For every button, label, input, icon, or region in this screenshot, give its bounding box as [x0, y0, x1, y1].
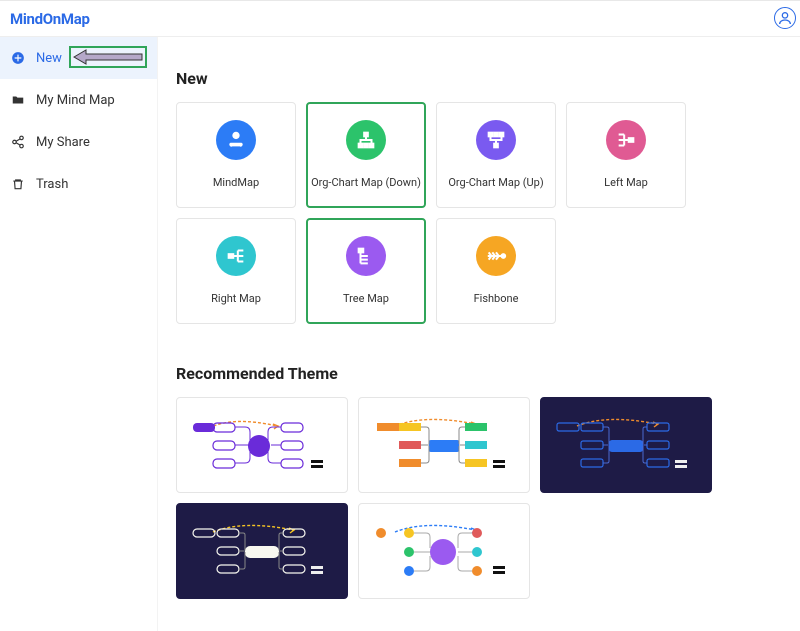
sidebar: New My Mind Map My Share [0, 37, 158, 631]
sidebar-item-label: New [36, 51, 62, 66]
theme-card-dark-yellow[interactable] [176, 503, 348, 599]
right-map-icon [216, 236, 256, 276]
tree-map-icon [346, 236, 386, 276]
section-title-recommended: Recommended Theme [176, 364, 782, 383]
template-left-map[interactable]: Left Map [566, 102, 686, 208]
template-fishbone[interactable]: Fishbone [436, 218, 556, 324]
logo-text: MindOnMap [10, 10, 90, 28]
template-org-chart-down[interactable]: Org-Chart Map (Down) [306, 102, 426, 208]
theme-card-purple[interactable] [176, 397, 348, 493]
template-label: Org-Chart Map (Up) [448, 176, 543, 189]
left-map-icon [606, 120, 646, 160]
trash-icon [10, 176, 26, 192]
sidebar-item-my-mind-map[interactable]: My Mind Map [0, 79, 157, 121]
mindmap-thumbnail-icon [183, 510, 341, 592]
sidebar-item-label: Trash [36, 177, 68, 192]
mindmap-icon [216, 120, 256, 160]
share-icon [10, 134, 26, 150]
template-label: Right Map [211, 292, 261, 305]
mindmap-thumbnail-icon [547, 404, 705, 486]
template-tree-map[interactable]: Tree Map [306, 218, 426, 324]
mindmap-thumbnail-icon [365, 404, 523, 486]
theme-grid [176, 397, 782, 599]
template-mindmap[interactable]: MindMap [176, 102, 296, 208]
header: MindOnMap [0, 1, 800, 37]
app-logo[interactable]: MindOnMap [10, 10, 90, 28]
template-label: MindMap [213, 176, 259, 189]
template-right-map[interactable]: Right Map [176, 218, 296, 324]
mindmap-thumbnail-icon [183, 404, 341, 486]
template-grid: MindMap Org-Chart Map (Down) Org-Chart M… [176, 102, 782, 324]
template-label: Fishbone [474, 292, 519, 305]
template-label: Left Map [604, 176, 648, 189]
template-org-chart-up[interactable]: Org-Chart Map (Up) [436, 102, 556, 208]
annotation-arrow [68, 45, 148, 69]
theme-card-colorful[interactable] [358, 397, 530, 493]
plus-circle-icon [10, 50, 26, 66]
theme-card-dark[interactable] [540, 397, 712, 493]
theme-card-violet[interactable] [358, 503, 530, 599]
sidebar-item-new[interactable]: New [0, 37, 157, 79]
section-title-new: New [176, 69, 782, 88]
template-label: Tree Map [343, 292, 389, 305]
sidebar-item-label: My Share [36, 135, 90, 150]
fishbone-icon [476, 236, 516, 276]
template-label: Org-Chart Map (Down) [311, 176, 421, 189]
folder-icon [10, 92, 26, 108]
user-avatar[interactable] [774, 7, 796, 29]
main-content: New MindMap Org-Chart Map (Down) [158, 37, 800, 631]
org-chart-up-icon [476, 120, 516, 160]
sidebar-item-my-share[interactable]: My Share [0, 121, 157, 163]
org-chart-down-icon [346, 120, 386, 160]
sidebar-item-trash[interactable]: Trash [0, 163, 157, 205]
mindmap-thumbnail-icon [365, 510, 523, 592]
sidebar-item-label: My Mind Map [36, 93, 115, 108]
